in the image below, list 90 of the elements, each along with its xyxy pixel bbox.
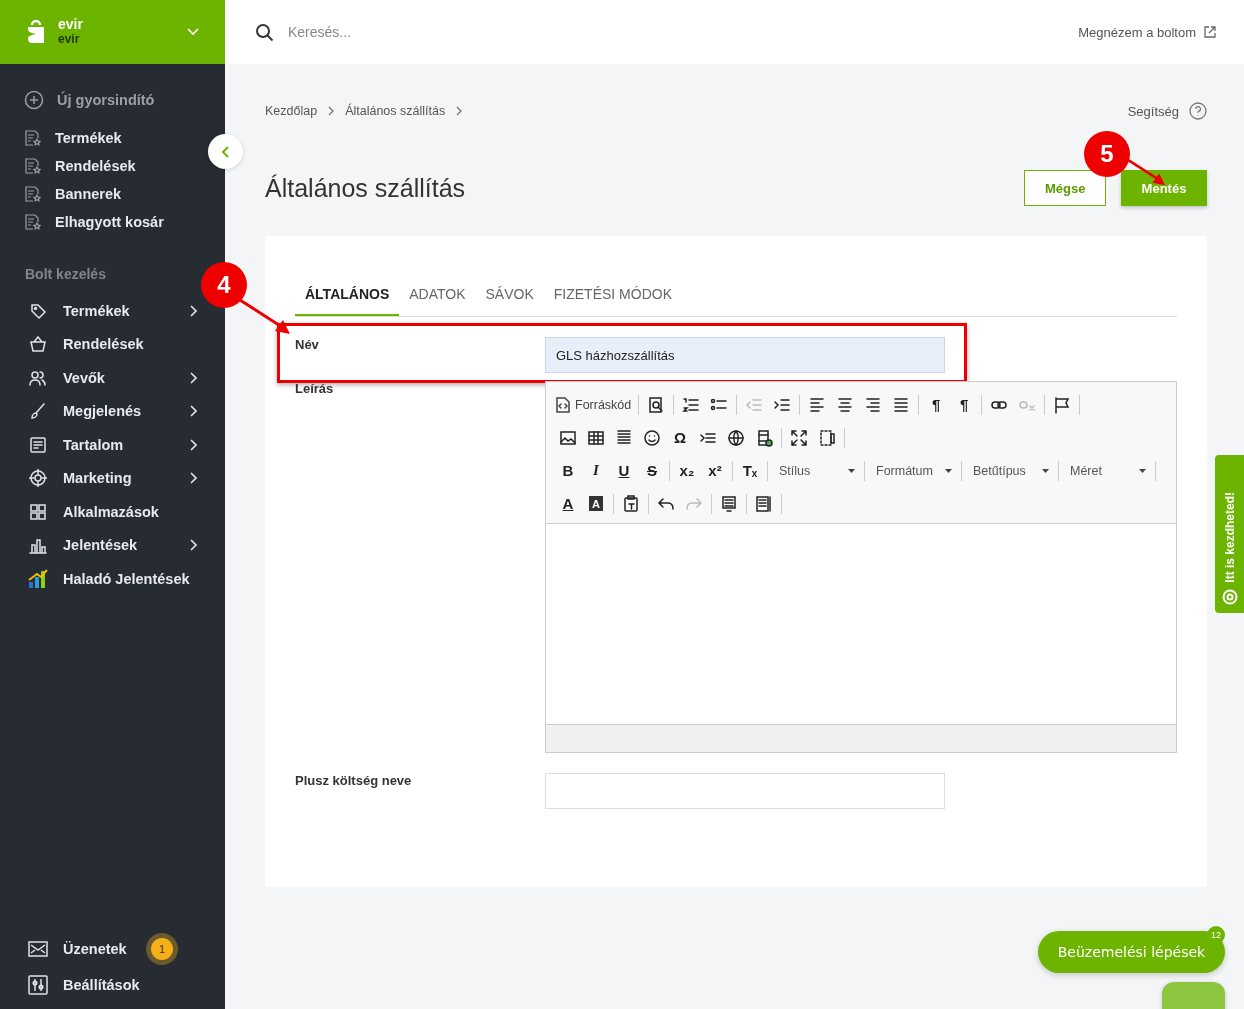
bag-logo-icon xyxy=(26,19,46,45)
background-color-button[interactable]: A xyxy=(589,496,603,511)
callout-marker: 5 xyxy=(1083,130,1131,178)
dropdown[interactable]: Stílus xyxy=(771,463,861,478)
add-quick-link[interactable]: Új gyorsindító xyxy=(24,86,194,114)
document-star-icon xyxy=(24,129,42,147)
code-file-icon xyxy=(554,395,572,414)
callout-marker: 4 xyxy=(200,261,248,309)
caret-icon xyxy=(945,468,952,473)
nav-item[interactable]: Vevők xyxy=(0,361,200,395)
chevron-right-icon xyxy=(190,405,197,418)
tab[interactable]: SÁVOK xyxy=(475,278,544,316)
search-icon xyxy=(255,22,274,42)
nav-item[interactable]: Alkalmazások xyxy=(0,495,200,529)
nav-item[interactable]: Beállítások xyxy=(0,967,190,1003)
help-icon xyxy=(1189,102,1207,120)
tab[interactable]: ÁLTALÁNOS xyxy=(295,278,400,316)
field-label: Plusz költség neve xyxy=(295,773,413,790)
lifebuoy-icon xyxy=(1221,589,1238,605)
cancel-button[interactable]: Mégse xyxy=(1024,170,1106,206)
envelope-icon xyxy=(27,940,49,958)
nav-item[interactable]: Tartalom xyxy=(0,428,200,462)
document-star-icon xyxy=(24,213,42,231)
page-title: Általános szállítás xyxy=(265,173,466,203)
nav-item[interactable]: Jelentések xyxy=(0,528,200,562)
text-field[interactable] xyxy=(545,773,945,809)
plus-circle-icon xyxy=(24,90,44,110)
bar-chart-icon xyxy=(27,536,49,555)
tab[interactable]: ADATOK xyxy=(399,278,476,316)
text-color-button[interactable]: A xyxy=(554,491,582,516)
target-icon xyxy=(27,469,49,488)
sliders-icon xyxy=(27,975,49,995)
bold-button[interactable]: B xyxy=(554,458,582,483)
chevron-right-icon xyxy=(190,304,197,317)
section-title: Bolt kezelés xyxy=(24,266,106,284)
store-switcher[interactable]: evir evir xyxy=(0,0,225,64)
clear-format-button[interactable]: Tₓ xyxy=(736,458,764,483)
chevron-left-icon xyxy=(221,145,230,158)
chart-icon xyxy=(27,567,49,590)
basket-icon xyxy=(27,335,49,354)
chevron-right-icon xyxy=(190,539,197,552)
quick-link[interactable]: Termékek xyxy=(24,124,194,152)
nav-item[interactable]: Termékek xyxy=(0,294,200,328)
document-star-icon xyxy=(24,185,42,203)
chevron-right-icon xyxy=(190,438,197,451)
quick-link[interactable]: Bannerek xyxy=(24,180,194,208)
field-label: Név xyxy=(295,337,320,354)
help-link[interactable]: Segítség xyxy=(1127,102,1207,120)
nav-item[interactable]: Marketing xyxy=(0,461,200,495)
dropdown[interactable]: Méret xyxy=(1062,463,1152,478)
caret-icon xyxy=(1042,468,1049,473)
chevron-right-icon xyxy=(190,371,197,384)
dropdown[interactable]: Formátum xyxy=(868,463,958,478)
chevron-right-icon xyxy=(456,106,463,116)
chevron-right-icon xyxy=(190,472,197,485)
quick-link[interactable]: Elhagyott kosár xyxy=(24,208,194,236)
chevron-down-icon xyxy=(187,28,199,36)
callout-arrow xyxy=(238,298,292,336)
nav-item[interactable]: Rendelések xyxy=(0,327,200,361)
nav-item[interactable]: Üzenetek 1 xyxy=(0,931,190,967)
strikethrough-button[interactable]: S xyxy=(638,458,666,483)
field-label: Leírás xyxy=(295,381,335,398)
store-email: evir xyxy=(58,32,81,47)
quick-link[interactable]: Rendelések xyxy=(24,152,194,180)
dropdown[interactable]: Betűtípus xyxy=(965,463,1055,478)
nav-item[interactable]: Megjelenés xyxy=(0,394,200,428)
breadcrumb-link[interactable]: Kezdőlap xyxy=(265,104,318,118)
store-name: evir xyxy=(58,17,84,32)
document-icon xyxy=(27,435,49,454)
rtl-button[interactable]: ¶ xyxy=(950,392,979,417)
grid-icon xyxy=(27,502,49,521)
people-icon xyxy=(27,368,49,387)
nav-item[interactable]: Haladó Jelentések xyxy=(0,562,200,596)
ltr-button[interactable]: ¶ xyxy=(922,392,951,417)
view-store-link[interactable]: Megnézem a boltom xyxy=(1078,24,1216,40)
count-badge: 12 xyxy=(1207,926,1225,944)
source-button[interactable]: Forráskód xyxy=(554,392,636,417)
text-field[interactable]: GLS házhozszállítás xyxy=(545,337,945,373)
tab[interactable]: FIZETÉSI MÓDOK xyxy=(543,278,682,316)
caret-icon xyxy=(848,468,855,473)
breadcrumb-link[interactable]: Általános szállítás xyxy=(345,104,446,118)
caret-icon xyxy=(1139,468,1146,473)
external-link-icon xyxy=(1204,26,1216,38)
subscript-button[interactable]: x₂ xyxy=(673,458,701,483)
superscript-button[interactable]: x² xyxy=(701,458,729,483)
special-character-button[interactable]: Ω xyxy=(666,425,694,450)
chevron-right-icon xyxy=(328,106,335,116)
underline-button[interactable]: U xyxy=(610,458,638,483)
italic-button[interactable]: I xyxy=(582,458,610,483)
document-star-icon xyxy=(24,157,42,175)
